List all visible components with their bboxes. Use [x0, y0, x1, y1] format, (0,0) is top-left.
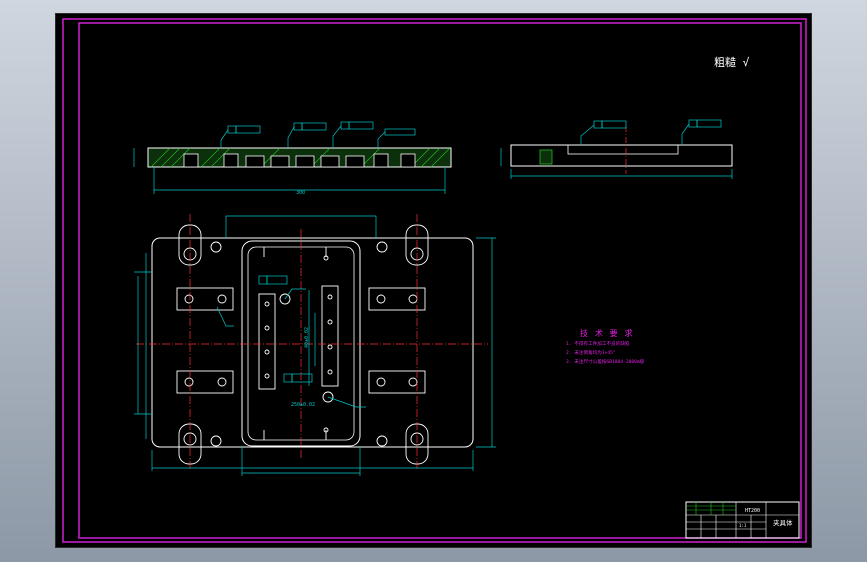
inner-frame: [78, 22, 802, 539]
plan-view: 250±0.02 40±0.02: [134, 214, 496, 476]
front-section-view: 300: [133, 121, 452, 196]
tech-item-1: 1. 不得有工件加工不良的缺陷: [566, 340, 630, 347]
title-scale: 1:1: [739, 523, 747, 528]
title-block: HT200 夹具体 1:1: [685, 501, 800, 539]
tech-item-2: 2. 未注倒角均为1×45°: [566, 349, 616, 356]
tech-requirements: 技 术 要 求 1. 不得有工件加工不良的缺陷 2. 未注倒角均为1×45° 3…: [566, 328, 645, 365]
svg-text:250±0.02: 250±0.02: [291, 402, 315, 408]
roughness-mark: 粗糙 √: [714, 55, 750, 69]
tech-item-3: 3. 未注尺寸公差按GB1804-2000m级: [566, 358, 645, 365]
tech-heading: 技 术 要 求: [580, 328, 633, 338]
svg-text:40±0.02: 40±0.02: [304, 327, 310, 348]
side-view: [500, 119, 733, 179]
title-code: HT200: [745, 508, 760, 514]
drawing-canvas: 粗糙 √ 300 250±0.02 40±0.02 技 术 要 求 1. 不得有…: [62, 18, 807, 543]
title-drawing-name: 夹具体: [773, 518, 793, 527]
outer-frame: [62, 18, 807, 543]
svg-text:300: 300: [296, 190, 305, 196]
cad-viewport[interactable]: 粗糙 √ 300 250±0.02 40±0.02 技 术 要 求 1. 不得有…: [55, 13, 812, 548]
